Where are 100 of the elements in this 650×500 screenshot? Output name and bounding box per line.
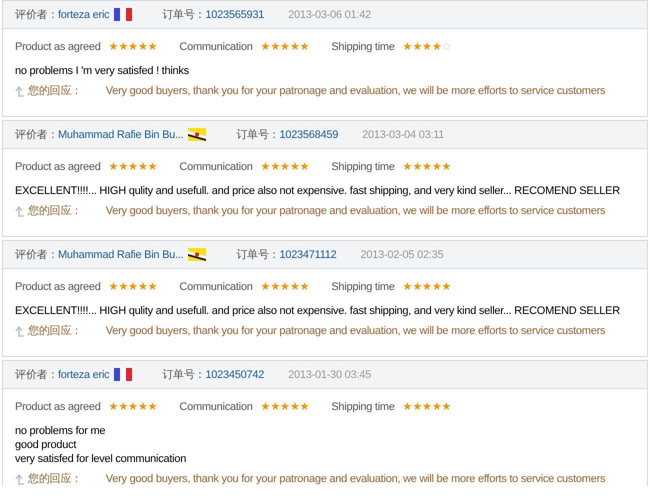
star-icon: ★ <box>270 280 280 294</box>
star-icon: ★ <box>422 400 432 414</box>
order-link[interactable]: 1023471112 <box>279 248 336 262</box>
star-icon: ★ <box>442 280 452 294</box>
star-icon: ☆ <box>442 40 452 54</box>
rating-label: Shipping time <box>331 400 395 414</box>
reply-arrow-icon <box>15 326 25 336</box>
star-icon: ★ <box>422 40 432 54</box>
star-icon: ★ <box>138 160 148 174</box>
star-icon: ★ <box>432 160 442 174</box>
star-icon: ★ <box>412 40 422 54</box>
star-icon: ★ <box>138 400 148 414</box>
review-date: 2013-01-30 03:45 <box>288 368 371 382</box>
star-icon: ★ <box>118 400 128 414</box>
star-icon: ★ <box>300 400 310 414</box>
star-icon: ★ <box>412 400 422 414</box>
seller-reply: Very good buyers, thank you for your patronage and evaluation, we will be more efforts to service customers <box>106 204 606 218</box>
star-icon: ★ <box>422 280 432 294</box>
star-icon: ★ <box>290 40 300 54</box>
field-label: 评价者： <box>15 128 58 142</box>
rating-label: Product as agreed <box>15 40 101 54</box>
star-icon: ★ <box>402 280 412 294</box>
field-label: 订单号： <box>162 8 206 22</box>
star-icon: ★ <box>402 400 412 414</box>
rating-label: Communication <box>179 400 253 414</box>
star-icon: ★ <box>300 160 310 174</box>
star-icon: ★ <box>108 280 118 294</box>
star-icon: ★ <box>280 400 290 414</box>
star-icon: ★ <box>260 400 270 414</box>
star-icon: ★ <box>270 40 280 54</box>
reviewer-link[interactable]: Muhammad Rafie Bin Bu... <box>58 128 184 142</box>
star-icon: ★ <box>442 160 452 174</box>
seller-reply: Very good buyers, thank you for your patronage and evaluation, we will be more efforts to service customers <box>106 84 606 98</box>
star-icon: ★ <box>280 40 290 54</box>
star-icon: ★ <box>260 280 270 294</box>
review-date: 2013-03-04 03:11 <box>362 128 444 142</box>
rating-label: Shipping time <box>331 40 395 54</box>
star-icon: ★ <box>148 280 158 294</box>
rating-label: Shipping time <box>331 280 395 294</box>
reply-label: 您的回应： <box>28 204 82 218</box>
rating-label: Shipping time <box>331 160 395 174</box>
star-icon: ★ <box>118 280 128 294</box>
star-icon: ★ <box>148 160 158 174</box>
field-label: 评价者： <box>15 368 58 382</box>
review-date: 2013-02-05 02:35 <box>360 248 444 262</box>
field-label: 评价者： <box>15 248 58 262</box>
reply-label: 您的回应： <box>28 84 82 98</box>
star-icon: ★ <box>300 40 310 54</box>
star-icon: ★ <box>422 160 432 174</box>
reply-label: 您的回应： <box>28 472 82 486</box>
review-date: 2013-03-06 01:42 <box>288 8 371 22</box>
star-icon: ★ <box>432 280 442 294</box>
rating-label: Product as agreed <box>15 280 101 294</box>
star-icon: ★ <box>290 280 300 294</box>
star-icon: ★ <box>280 160 290 174</box>
review-comment: no problems I 'm very satisfed ! thinks <box>15 64 190 78</box>
star-icon: ★ <box>148 40 158 54</box>
star-icon: ★ <box>128 40 138 54</box>
field-label: 订单号： <box>236 128 280 142</box>
star-icon: ★ <box>290 160 300 174</box>
star-icon: ★ <box>138 40 148 54</box>
review-comment: no problems for me good product very satisfed for level communication <box>15 424 188 466</box>
reviewer-link[interactable]: forteza eric <box>58 8 110 22</box>
star-icon: ★ <box>412 160 422 174</box>
rating-label: Product as agreed <box>15 160 101 174</box>
star-icon: ★ <box>108 40 118 54</box>
star-icon: ★ <box>290 400 300 414</box>
star-icon: ★ <box>108 400 118 414</box>
rating-label: Communication <box>179 40 253 54</box>
star-icon: ★ <box>432 400 442 414</box>
star-icon: ★ <box>402 40 412 54</box>
star-icon: ★ <box>270 400 280 414</box>
reply-arrow-icon <box>15 86 25 96</box>
star-icon: ★ <box>118 160 128 174</box>
star-icon: ★ <box>108 160 118 174</box>
order-link[interactable]: 1023568459 <box>279 128 338 142</box>
star-icon: ★ <box>442 400 452 414</box>
field-label: 订单号： <box>236 248 280 262</box>
order-link[interactable]: 1023450742 <box>205 368 264 382</box>
reviewer-link[interactable]: forteza eric <box>58 368 110 382</box>
review-comment: EXCELLENT!!!!... HIGH qulity and usefull. and price also not expensive. fast shipping, and very kind seller... RECOMEND SELLER <box>15 304 621 318</box>
rating-label: Communication <box>179 280 253 294</box>
reply-arrow-icon <box>15 474 25 484</box>
star-icon: ★ <box>270 160 280 174</box>
seller-reply: Very good buyers, thank you for your patronage and evaluation, we will be more efforts to service customers <box>106 324 606 338</box>
star-icon: ★ <box>128 280 138 294</box>
review-comment: EXCELLENT!!!!... HIGH qulity and usefull. and price also not expensive. fast shipping, and very kind seller... RECOMEND SELLER <box>15 184 621 198</box>
star-icon: ★ <box>280 280 290 294</box>
star-icon: ★ <box>402 160 412 174</box>
star-icon: ★ <box>138 280 148 294</box>
rating-label: Product as agreed <box>15 400 101 414</box>
star-icon: ★ <box>128 160 138 174</box>
star-icon: ★ <box>300 280 310 294</box>
order-link[interactable]: 1023565931 <box>205 8 264 22</box>
reviewer-link[interactable]: Muhammad Rafie Bin Bu... <box>58 248 184 262</box>
star-icon: ★ <box>118 40 128 54</box>
star-icon: ★ <box>432 40 442 54</box>
star-icon: ★ <box>148 400 158 414</box>
star-icon: ★ <box>260 40 270 54</box>
reply-arrow-icon <box>15 206 25 216</box>
